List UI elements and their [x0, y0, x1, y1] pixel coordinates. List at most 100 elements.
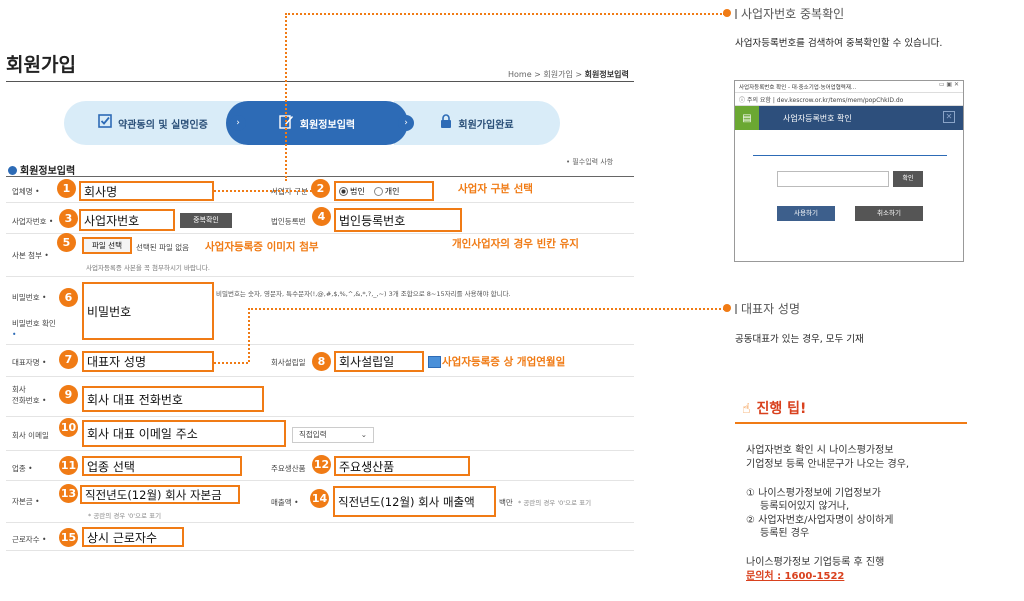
row-divider — [6, 202, 634, 203]
chevron-down-icon: ⌄ — [360, 430, 367, 439]
step-info: 회원정보입력 — [226, 101, 408, 145]
label-corp-no: 법인등록번 — [271, 217, 306, 226]
file-status: 선택된 파일 없음 — [136, 243, 190, 252]
breadcrumb: Home > 회원가입 > 회원정보입력 — [508, 69, 629, 80]
breadcrumb-home[interactable]: Home — [508, 70, 532, 79]
popup-biz-no-input[interactable] — [777, 171, 889, 187]
biz-no-input[interactable]: 사업자번호 — [79, 209, 175, 231]
popup-addressbar[interactable]: ⓘ 주의 요함 | dev.kescrow.or.kr/tems/mem/pop… — [735, 93, 963, 106]
ceo-input[interactable]: 대표자 성명 — [82, 351, 214, 372]
phone-input[interactable]: 회사 대표 전화번호 — [82, 386, 264, 412]
step-number: 13 — [59, 484, 78, 503]
lock-icon — [440, 113, 452, 133]
row-divider — [6, 416, 634, 417]
corp-no-input[interactable]: 법인등록번호 — [334, 208, 462, 232]
row-divider — [6, 480, 634, 481]
label-company: 업체명 • — [12, 187, 40, 196]
label-password-confirm: 비밀번호 확인 — [12, 319, 56, 328]
label-ceo: 대표자명 • — [12, 358, 47, 367]
sales-input[interactable]: 직전년도(12월) 회사 매출액 — [333, 486, 496, 517]
bar-icon — [735, 304, 737, 314]
label-email: 회사 이메일 — [12, 431, 49, 440]
label-capital: 자본금 • — [12, 497, 40, 506]
connector-line — [285, 13, 287, 181]
row-divider — [6, 550, 634, 551]
popup-header: ▤ 사업자등록번호 확인 ✕ — [735, 106, 963, 130]
required-mark: • — [12, 330, 17, 339]
calendar-icon[interactable] — [428, 356, 441, 368]
product-input[interactable]: 주요생산품 — [334, 456, 470, 476]
tip-title: ☝ 진행 팁! — [742, 398, 806, 418]
popup-cancel-button[interactable]: 취소하기 — [855, 206, 923, 221]
hint-founded: 사업자등록증 상 개업연월일 — [442, 356, 566, 368]
radio-individual[interactable]: 개인 — [373, 186, 400, 197]
file-select-button[interactable]: 파일 선택 — [82, 237, 132, 254]
step-number: 1 — [57, 179, 76, 198]
row-divider — [6, 344, 634, 345]
window-controls-icon[interactable]: ▭ ▣ ✕ — [939, 81, 959, 88]
step-info-label: 회원정보입력 — [299, 119, 356, 131]
title-divider — [6, 81, 634, 82]
label-biz-no: 사업자번호 • — [12, 217, 54, 226]
step-terms: 약관동의 및 실명인증 — [64, 101, 242, 145]
step-number: 5 — [57, 233, 76, 252]
row-divider — [6, 450, 634, 451]
industry-select[interactable]: 업종 선택 — [82, 456, 242, 476]
radio-corp-label: 법인 — [350, 186, 365, 196]
dup-check-title-text: 사업자번호 중복확인 — [741, 7, 845, 21]
radio-checked-icon — [339, 186, 348, 196]
email-domain-select[interactable]: 직접입력 ⌄ — [292, 427, 374, 443]
email-input[interactable]: 회사 대표 이메일 주소 — [82, 420, 286, 447]
tip-line: 등록된 경우 — [760, 528, 810, 539]
tip-line: 사업자번호 확인 시 나이스평가정보 — [746, 445, 894, 456]
step-complete: 회원가입완료 — [394, 101, 560, 145]
tip-title-text: 진행 팁! — [756, 401, 807, 417]
breadcrumb-sep: > — [534, 70, 541, 79]
connector-line — [285, 13, 725, 15]
tip-line: 등록되어있지 않거나, — [760, 501, 850, 512]
bullet-icon — [8, 166, 17, 175]
close-icon[interactable]: ✕ — [943, 111, 955, 123]
tip-divider — [735, 422, 967, 424]
capital-input[interactable]: 직전년도(12월) 회사 자본금 — [80, 485, 240, 504]
attach-note: 사업자등록증 사본을 꼭 첨부하시기 바랍니다. — [86, 264, 210, 272]
step-number: 6 — [59, 288, 78, 307]
step-number: 11 — [59, 456, 78, 475]
breadcrumb-join[interactable]: 회원가입 — [543, 70, 572, 79]
step-number: 8 — [312, 352, 331, 371]
tip-contact: 문의처 : 1600-1522 — [746, 571, 845, 582]
dup-check-button[interactable]: 중복확인 — [180, 213, 232, 228]
form-top-rule — [6, 176, 634, 177]
popup-titlebar: 사업자등록번호 확인 - 대·중소기업·농어업협력재... ▭ ▣ ✕ — [735, 81, 963, 93]
hint-attach: 사업자등록증 이미지 첨부 — [205, 241, 319, 253]
bar-icon — [735, 9, 737, 19]
row-divider — [6, 233, 634, 234]
chevron-right-icon: › — [230, 115, 246, 131]
connector-dot — [723, 304, 731, 312]
row-divider — [6, 276, 634, 277]
label-password: 비밀번호 • — [12, 293, 47, 302]
employees-input[interactable]: 상시 근로자수 — [82, 527, 184, 547]
company-input[interactable]: 회사명 — [79, 181, 214, 201]
password-input[interactable]: 비밀번호 — [82, 282, 214, 340]
document-icon: ▤ — [735, 106, 759, 130]
label-attach: 사본 첨부 • — [12, 251, 49, 260]
popup-confirm-button[interactable]: 확인 — [893, 171, 923, 187]
radio-corp[interactable]: 법인 — [339, 186, 365, 197]
popup-use-button[interactable]: 사용하기 — [777, 206, 835, 221]
connector-line — [248, 308, 250, 362]
radio-individual-label: 개인 — [384, 186, 400, 196]
ceo-title: 대표자 성명 — [735, 300, 800, 317]
connector-line — [214, 190, 312, 192]
sales-note: * 공란의 경우 '0'으로 표기 — [518, 499, 592, 507]
founded-input[interactable]: 회사설립일 — [334, 351, 424, 372]
dup-check-desc: 사업자등록번호를 검색하여 중복확인할 수 있습니다. — [735, 38, 943, 49]
label-sales: 매출액 • — [271, 498, 299, 507]
step-terms-label: 약관동의 및 실명인증 — [118, 119, 208, 131]
signup-steps: 약관동의 및 실명인증 회원가입완료 회원정보입력 › › — [64, 101, 560, 145]
step-number: 4 — [312, 207, 331, 226]
popup-header-title: 사업자등록번호 확인 — [783, 113, 852, 123]
dup-check-title: 사업자번호 중복확인 — [735, 5, 844, 22]
label-phone-1: 회사 — [12, 385, 26, 394]
step-complete-label: 회원가입완료 — [458, 119, 514, 131]
